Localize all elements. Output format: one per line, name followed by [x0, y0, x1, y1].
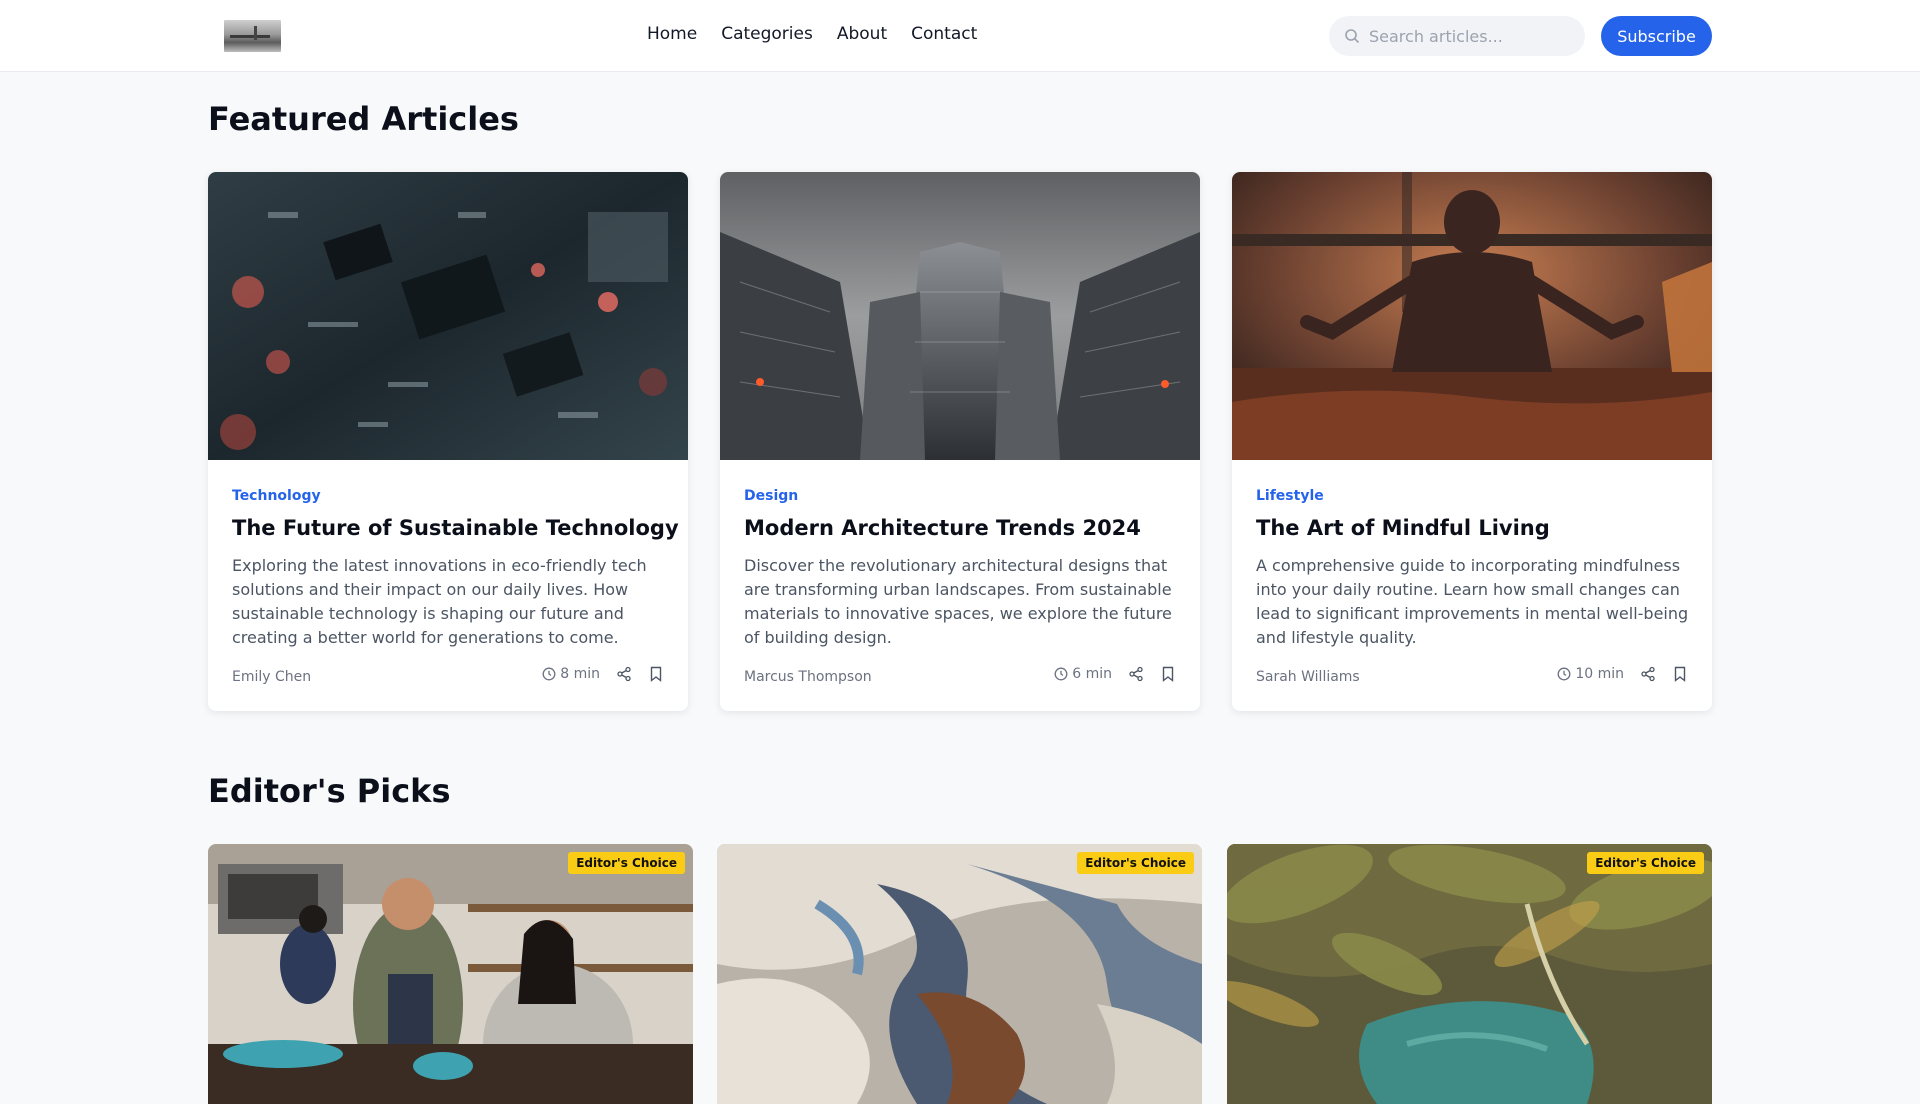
article-meta: 6 min [1054, 666, 1176, 682]
article-meta: 8 min [542, 666, 664, 682]
share-icon[interactable] [1640, 666, 1656, 682]
share-icon[interactable] [1128, 666, 1144, 682]
logo-image[interactable] [224, 20, 281, 52]
read-time: 8 min [542, 666, 600, 682]
editors-pick-card[interactable]: Editor's Choice [208, 844, 693, 1104]
article-author: Sarah Williams [1256, 669, 1360, 685]
bookmark-icon[interactable] [648, 666, 664, 682]
read-time-value: 6 min [1072, 666, 1112, 682]
nav-contact-link[interactable]: Contact [911, 24, 977, 44]
nav-categories-link[interactable]: Categories [721, 24, 813, 44]
article-title[interactable]: The Future of Sustainable Technology [232, 516, 679, 540]
search-box[interactable] [1329, 16, 1585, 56]
bookmark-icon[interactable] [1672, 666, 1688, 682]
article-description: Discover the revolutionary architectural… [744, 556, 1172, 647]
read-time: 10 min [1557, 666, 1624, 682]
editors-pick-card[interactable]: Editor's Choice [1227, 844, 1712, 1104]
article-card[interactable]: Design Modern Architecture Trends 2024 D… [720, 172, 1200, 711]
editors-choice-badge: Editor's Choice [568, 852, 685, 874]
clock-icon [1054, 667, 1068, 681]
circuit-board-image[interactable] [208, 172, 688, 460]
main-nav: Home Categories About Contact [647, 24, 977, 44]
article-category[interactable]: Technology [232, 488, 321, 504]
tropical-lagoon-image[interactable] [1227, 844, 1712, 1104]
nav-home-link[interactable]: Home [647, 24, 697, 44]
featured-articles-heading: Featured Articles [208, 100, 519, 138]
search-icon [1345, 29, 1360, 44]
article-meta: 10 min [1557, 666, 1688, 682]
article-title[interactable]: Modern Architecture Trends 2024 [744, 516, 1141, 540]
article-description: A comprehensive guide to incorporating m… [1256, 556, 1689, 647]
article-category[interactable]: Design [744, 488, 798, 504]
article-card[interactable]: Lifestyle The Art of Mindful Living A co… [1232, 172, 1712, 711]
editors-pick-card[interactable]: Editor's Choice [717, 844, 1202, 1104]
share-icon[interactable] [616, 666, 632, 682]
meditation-image[interactable] [1232, 172, 1712, 460]
cooking-image[interactable] [208, 844, 693, 1104]
bookmark-icon[interactable] [1160, 666, 1176, 682]
editors-choice-badge: Editor's Choice [1077, 852, 1194, 874]
search-input[interactable] [1369, 26, 1569, 46]
article-author: Marcus Thompson [744, 669, 872, 685]
article-description: Exploring the latest innovations in eco-… [232, 556, 647, 647]
article-card[interactable]: Technology The Future of Sustainable Tec… [208, 172, 688, 711]
clock-icon [542, 667, 556, 681]
editors-choice-badge: Editor's Choice [1587, 852, 1704, 874]
abstract-swirl-image[interactable] [717, 844, 1202, 1104]
article-category[interactable]: Lifestyle [1256, 488, 1324, 504]
article-title[interactable]: The Art of Mindful Living [1256, 516, 1550, 540]
read-time: 6 min [1054, 666, 1112, 682]
read-time-value: 8 min [560, 666, 600, 682]
nav-about-link[interactable]: About [837, 24, 887, 44]
top-navigation-bar: Home Categories About Contact Subscribe [0, 0, 1920, 72]
article-author: Emily Chen [232, 669, 312, 685]
skyscrapers-image[interactable] [720, 172, 1200, 460]
clock-icon [1557, 667, 1571, 681]
subscribe-button[interactable]: Subscribe [1601, 16, 1712, 56]
read-time-value: 10 min [1575, 666, 1624, 682]
editors-picks-heading: Editor's Picks [208, 772, 451, 810]
